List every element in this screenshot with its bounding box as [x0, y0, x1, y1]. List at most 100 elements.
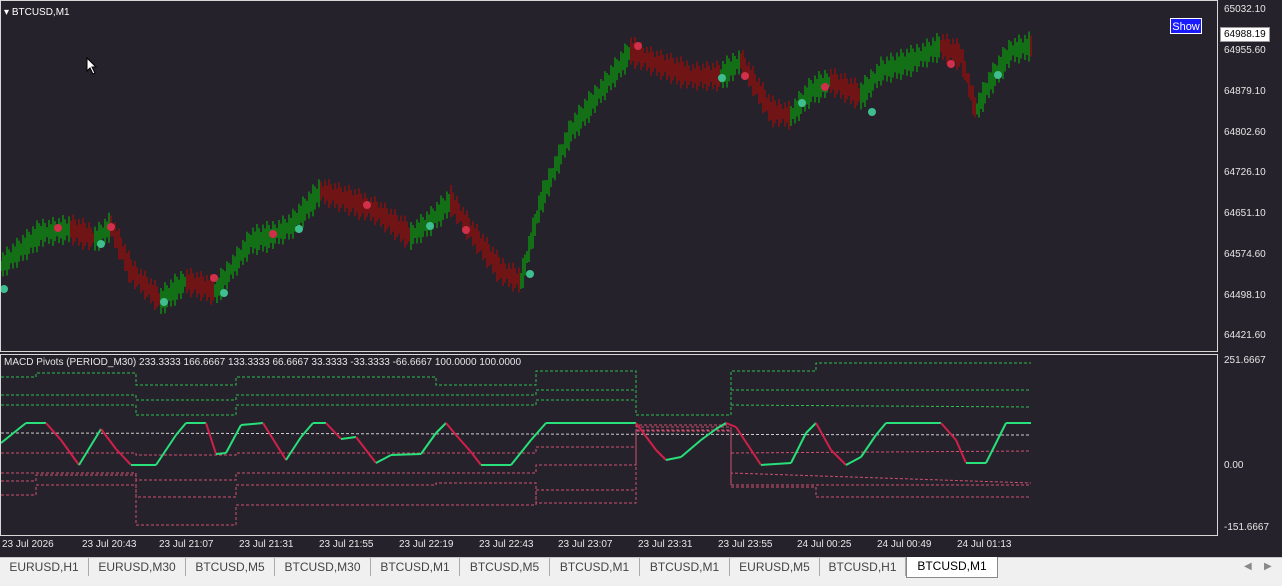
buy-signal-marker — [718, 74, 726, 82]
price-pane[interactable]: ▾ BTCUSD,M1 Show — [0, 0, 1218, 352]
price-label: 64726.10 — [1224, 167, 1266, 178]
macd-line-segment — [860, 434, 877, 458]
price-chart — [1, 31, 1032, 314]
tab-chart[interactable]: BTCUSD,M30 — [275, 558, 371, 576]
macd-line-segment — [735, 426, 762, 466]
macd-line-segment — [155, 434, 177, 466]
macd-line-segment — [530, 422, 547, 441]
time-label: 23 Jul 23:31 — [638, 539, 693, 550]
time-label: 24 Jul 01:13 — [957, 539, 1012, 550]
sell-signal-marker — [210, 274, 218, 282]
macd-line-segment — [285, 436, 302, 461]
chart-tab-bar: EURUSD,H1 EURUSD,M30 BTCUSD,M5 BTCUSD,M3… — [0, 557, 1282, 586]
sell-signal-marker — [821, 83, 829, 91]
time-label: 23 Jul 23:07 — [558, 539, 613, 550]
macd-line-segment — [805, 422, 817, 434]
show-button[interactable]: Show — [1170, 18, 1202, 34]
macd-line-segment — [215, 452, 227, 455]
time-label: 23 Jul 22:19 — [399, 539, 454, 550]
indicator-axis-label: -151.6667 — [1224, 522, 1270, 533]
macd-line-segment — [78, 428, 102, 466]
time-label: 23 Jul 2026 — [2, 539, 54, 550]
arrow-right-icon[interactable]: ▶ — [1264, 561, 1272, 572]
macd-line-segment — [420, 432, 437, 455]
tab-chart[interactable]: BTCUSD,M1 — [550, 558, 640, 576]
macd-line-segment — [985, 422, 1007, 464]
sell-signal-marker — [107, 223, 115, 231]
buy-signal-marker — [160, 298, 168, 306]
time-label: 24 Jul 00:25 — [797, 539, 852, 550]
pivot-level-line — [1, 399, 1032, 416]
sell-signal-marker — [54, 224, 62, 232]
macd-line-segment — [725, 422, 737, 428]
pivot-level-line — [1, 362, 1031, 416]
time-label: 23 Jul 21:31 — [239, 539, 294, 550]
macd-line-segment — [240, 422, 264, 426]
macd-line-segment — [875, 422, 887, 436]
arrow-left-icon[interactable]: ◀ — [1244, 561, 1252, 572]
price-label: 64802.60 — [1224, 127, 1266, 138]
tab-chart[interactable]: BTCUSD,M5 — [460, 558, 550, 576]
price-label: 65032.10 — [1224, 4, 1266, 15]
macd-line-segment — [1, 434, 12, 444]
price-label: 64879.10 — [1224, 86, 1266, 97]
time-label: 23 Jul 20:43 — [82, 539, 137, 550]
price-label: 64421.60 — [1224, 330, 1266, 341]
macd-line-segment — [470, 451, 482, 466]
tab-chart[interactable]: BTCUSD,M1 — [371, 558, 460, 576]
macd-line-segment — [45, 422, 62, 441]
buy-signal-marker — [798, 99, 806, 107]
buy-signal-marker — [426, 222, 434, 230]
mouse-cursor-icon — [86, 57, 98, 75]
macd-line-segment — [680, 439, 702, 458]
triangle-down-icon[interactable]: ▾ — [4, 7, 9, 18]
pivot-level-line — [1, 389, 1031, 416]
sell-signal-marker — [363, 201, 371, 209]
price-axis[interactable]: 65032.10 64988.19 64955.60 64879.10 6480… — [1218, 0, 1282, 537]
sell-signal-marker — [269, 230, 277, 238]
macd-line-segment — [300, 422, 314, 438]
macd-line-segment — [815, 422, 832, 451]
time-label: 24 Jul 00:49 — [877, 539, 932, 550]
macd-line-segment — [445, 422, 457, 436]
macd-line-segment — [225, 424, 242, 454]
current-price-label: 64988.19 — [1220, 27, 1270, 42]
macd-line-segment — [715, 422, 727, 430]
macd-line-segment — [375, 454, 392, 464]
buy-signal-marker — [526, 270, 534, 278]
sell-signal-marker — [947, 60, 955, 68]
macd-line-segment — [790, 432, 807, 464]
macd-line-segment — [390, 453, 422, 456]
tab-chart[interactable]: BTCUSD,M5 — [186, 558, 275, 576]
time-label: 23 Jul 21:55 — [319, 539, 374, 550]
indicator-pane[interactable]: MACD Pivots (PERIOD_M30) 233.3333 166.66… — [0, 354, 1218, 536]
price-label: 64498.10 — [1224, 290, 1266, 301]
macd-line-segment — [760, 462, 792, 466]
time-label: 23 Jul 23:55 — [718, 539, 773, 550]
sell-signal-marker — [741, 72, 749, 80]
macd-line-segment — [655, 449, 667, 461]
macd-line-segment — [940, 422, 957, 441]
chart-window[interactable]: ▾ BTCUSD,M1 Show MACD Pivots (PERIOD_M30… — [0, 0, 1282, 557]
macd-line-segment — [340, 436, 357, 440]
macd-line-segment — [355, 436, 377, 464]
macd-line-segment — [115, 448, 132, 466]
time-label: 23 Jul 21:07 — [159, 539, 214, 550]
tab-chart[interactable]: EURUSD,M30 — [89, 558, 186, 576]
buy-signal-marker — [1, 285, 8, 293]
tab-chart[interactable]: BTCUSD,H1 — [820, 558, 906, 576]
indicator-title: MACD Pivots (PERIOD_M30) 233.3333 166.66… — [4, 357, 522, 368]
tab-chart[interactable]: BTCUSD,M1 — [640, 558, 730, 576]
tab-chart[interactable]: EURUSD,M5 — [730, 558, 820, 576]
time-axis[interactable]: 23 Jul 2026 23 Jul 20:43 23 Jul 21:07 23… — [0, 537, 1218, 557]
sell-signal-marker — [634, 42, 642, 50]
macd-line-segment — [845, 456, 862, 466]
pivot-level-line — [1, 424, 1032, 456]
tab-chart-active[interactable]: BTCUSD,M1 — [906, 557, 998, 578]
buy-signal-marker — [295, 225, 303, 233]
tab-chart[interactable]: EURUSD,H1 — [0, 558, 89, 576]
buy-signal-marker — [994, 71, 1002, 79]
price-label: 64574.60 — [1224, 249, 1266, 260]
time-label: 23 Jul 22:43 — [479, 539, 534, 550]
macd-line-segment — [205, 422, 217, 455]
